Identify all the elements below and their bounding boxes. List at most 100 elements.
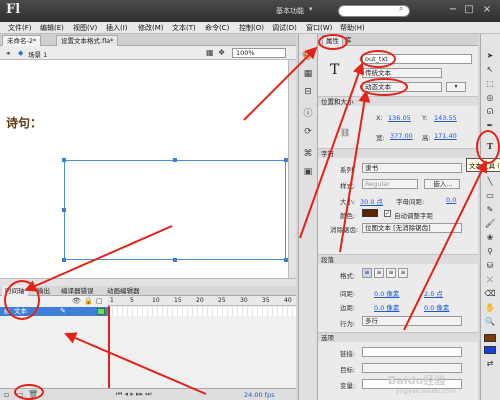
movie-explorer-icon[interactable]: ▣ <box>302 166 314 178</box>
resize-handle[interactable] <box>284 158 288 162</box>
letter-spacing-value[interactable]: 0.0 <box>446 196 456 204</box>
align-center-button[interactable]: ≡ <box>374 268 384 278</box>
transform-icon[interactable]: ⟳ <box>302 126 314 138</box>
font-style-select[interactable]: Regular <box>362 179 418 189</box>
back-arrow-icon[interactable]: ◂ <box>6 49 10 57</box>
menu-control[interactable]: 控制(O) <box>239 22 264 34</box>
minimize-button[interactable]: − <box>446 3 460 17</box>
menu-file[interactable]: 文件(F) <box>8 22 32 34</box>
line-spacing-value[interactable]: 2.0 点 <box>424 288 443 298</box>
dynamic-text-box[interactable] <box>64 160 286 260</box>
auto-kern-checkbox[interactable]: ✓ <box>384 210 391 217</box>
zoom-tool-icon[interactable]: 🔍 <box>483 316 497 328</box>
workspace-label[interactable]: 基本功能 <box>276 6 304 16</box>
color-icon[interactable]: 🎨 <box>302 50 314 62</box>
menu-view[interactable]: 视图(V) <box>73 22 97 34</box>
align-left-button[interactable]: ≡ <box>362 268 372 278</box>
orientation-button[interactable]: ▾ <box>446 82 466 92</box>
stage-horizontal-scrollbar[interactable] <box>0 278 296 286</box>
pencil-tool-icon[interactable]: ✎ <box>483 204 497 216</box>
resize-handle[interactable] <box>284 258 288 262</box>
width-value[interactable]: 377.00 <box>390 132 413 140</box>
brush-tool-icon[interactable]: 🖌 <box>483 218 497 230</box>
menu-edit[interactable]: 编辑(E) <box>40 22 64 34</box>
selection-tool-icon[interactable]: ➤ <box>483 50 497 62</box>
close-button[interactable]: × <box>480 3 494 17</box>
anti-alias-select[interactable]: 位图文本 [无消除锯齿] <box>362 223 462 233</box>
bone-tool-icon[interactable]: ⚲ <box>483 246 497 258</box>
swatches-icon[interactable]: ▦ <box>302 68 314 80</box>
info-icon[interactable]: ⓘ <box>302 108 314 120</box>
link-lock-icon[interactable]: ⛓ <box>340 128 350 137</box>
outline-icon[interactable]: □ <box>96 297 103 305</box>
pencil-icon[interactable]: ✎ <box>60 307 66 316</box>
font-family-select[interactable]: 隶书 <box>362 163 462 173</box>
section-position[interactable]: 位置和大小 <box>318 96 478 106</box>
align-right-button[interactable]: ≡ <box>386 268 396 278</box>
new-layer-icon[interactable]: ▫ <box>4 390 9 399</box>
menu-text[interactable]: 文本(T) <box>172 22 196 34</box>
text-engine-select[interactable]: 传统文本 <box>362 68 442 78</box>
behavior-select[interactable]: 多行 <box>362 316 462 326</box>
edit-scene-icon[interactable]: ▦ <box>206 48 214 57</box>
eraser-tool-icon[interactable]: ⌫ <box>483 288 497 300</box>
lasso-tool-icon[interactable]: ᘏ <box>483 106 497 118</box>
paint-bucket-tool-icon[interactable]: ⛁ <box>483 260 497 272</box>
y-value[interactable]: 143.55 <box>434 114 457 122</box>
embed-button[interactable]: 嵌入... <box>424 179 460 189</box>
lock-icon[interactable]: 🔒 <box>84 297 93 305</box>
menu-insert[interactable]: 插入(I) <box>106 22 128 34</box>
free-transform-tool-icon[interactable]: ⬚ <box>483 78 497 90</box>
playback-controls-icon[interactable]: ⏮ ◂ ▸ ▸▸ ⏭ <box>116 390 152 399</box>
tab-compiler-errors[interactable]: 编译器错误 <box>58 286 97 296</box>
fill-color-swatch[interactable] <box>484 346 496 354</box>
menu-modify[interactable]: 修改(M) <box>138 22 164 34</box>
resize-handle[interactable] <box>173 158 177 162</box>
stage-vertical-scrollbar[interactable] <box>288 60 296 278</box>
swap-colors-icon[interactable]: ⇄ <box>483 358 497 370</box>
text-color-swatch[interactable] <box>362 209 378 217</box>
eye-icon[interactable]: 👁 <box>72 297 81 305</box>
resize-handle[interactable] <box>173 258 177 262</box>
tab-motion-editor[interactable]: 动画编辑器 <box>104 286 143 296</box>
menu-commands[interactable]: 命令(C) <box>205 22 229 34</box>
components-icon[interactable]: ⌘ <box>302 148 314 160</box>
align-icon[interactable]: ⊟ <box>302 86 314 98</box>
justify-button[interactable]: ≡ <box>398 268 408 278</box>
stroke-color-swatch[interactable] <box>484 334 496 342</box>
size-value[interactable]: 30.0 点 <box>360 196 383 206</box>
playhead[interactable] <box>108 306 110 388</box>
3d-rotation-tool-icon[interactable]: ◎ <box>483 92 497 104</box>
x-value[interactable]: 136.05 <box>388 114 411 122</box>
resize-handle[interactable] <box>62 208 66 212</box>
left-margin-value[interactable]: 0.0 像素 <box>374 302 399 312</box>
right-margin-value[interactable]: 0.0 像素 <box>424 302 449 312</box>
resize-handle[interactable] <box>62 158 66 162</box>
section-character[interactable]: 字符 <box>318 148 478 158</box>
deco-tool-icon[interactable]: ❀ <box>483 232 497 244</box>
fps-value[interactable]: 24.00 fps <box>244 391 274 399</box>
height-value[interactable]: 171.40 <box>434 132 457 140</box>
subselection-tool-icon[interactable]: ↖ <box>483 64 497 76</box>
line-tool-icon[interactable]: ╲ <box>483 176 497 188</box>
edit-symbol-icon[interactable]: ❖ <box>218 48 225 57</box>
eyedropper-tool-icon[interactable]: ⤫ <box>483 274 497 286</box>
maximize-button[interactable]: □ <box>462 3 476 17</box>
section-paragraph[interactable]: 段落 <box>318 254 478 264</box>
rectangle-tool-icon[interactable]: ▭ <box>483 190 497 202</box>
workspace-caret-icon[interactable]: ▾ <box>309 5 313 13</box>
timeline-ruler[interactable]: 1 5 10 15 20 25 30 35 40 <box>108 296 296 306</box>
indent-value[interactable]: 0.0 像素 <box>374 288 399 298</box>
section-options[interactable]: 选项 <box>318 332 478 342</box>
menu-debug[interactable]: 调试(D) <box>272 22 297 34</box>
menu-help[interactable]: 帮助(H) <box>340 22 365 34</box>
menu-window[interactable]: 窗口(W) <box>306 22 332 34</box>
zoom-select[interactable]: 100% <box>232 48 286 58</box>
scene-label[interactable]: 场景 1 <box>28 49 47 59</box>
keyframe[interactable] <box>97 308 105 315</box>
resize-handle[interactable] <box>62 258 66 262</box>
doc-tab-format[interactable]: 设置文本格式.fla* <box>56 35 119 46</box>
search-icon[interactable]: ⌕ <box>399 4 403 14</box>
doc-tab-untitled[interactable]: 未命名-2* <box>2 35 42 46</box>
link-input[interactable] <box>362 347 462 357</box>
